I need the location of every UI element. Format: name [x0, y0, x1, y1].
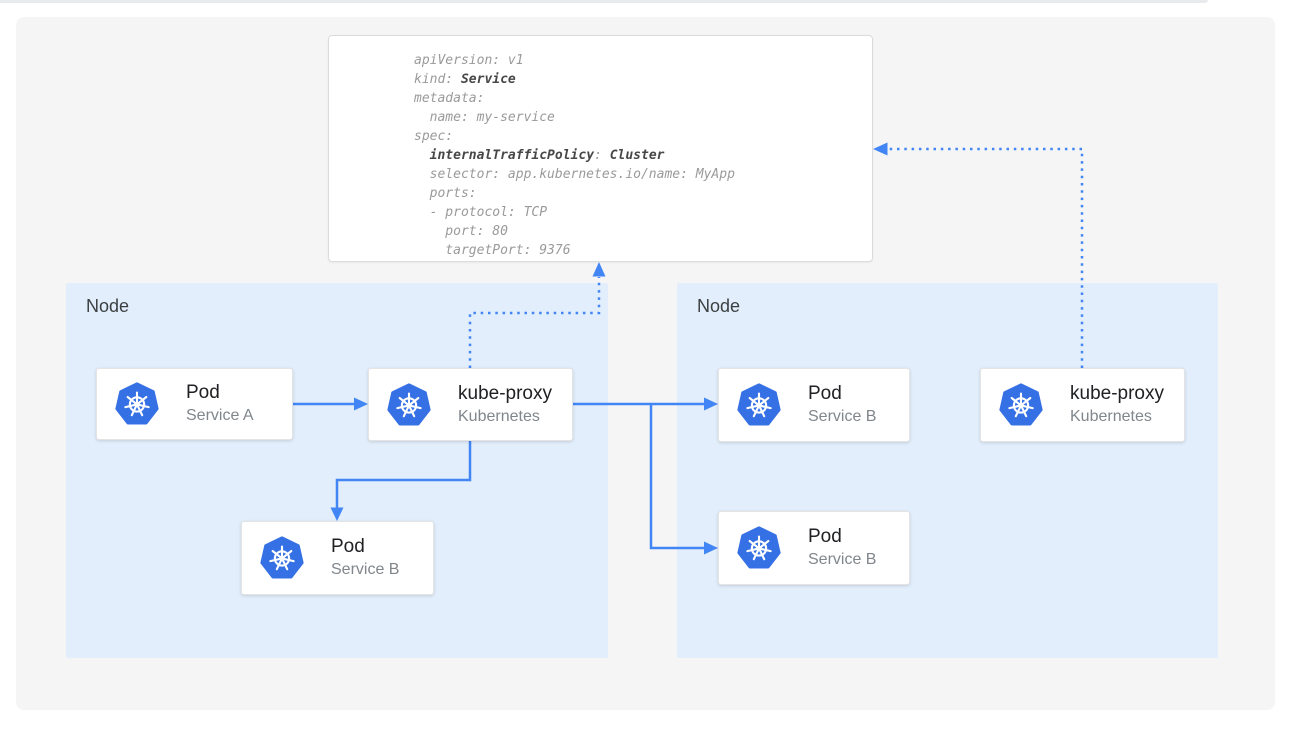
- kubernetes-icon: [386, 382, 432, 428]
- node-label: Node: [697, 296, 740, 317]
- yaml-line: name: my-service: [414, 108, 862, 127]
- card-subtitle: Kubernetes: [458, 406, 552, 428]
- card-title: Pod: [808, 382, 876, 406]
- yaml-line: apiVersion: v1: [414, 51, 862, 70]
- card-pod-service-b-left: Pod Service B: [241, 521, 434, 595]
- card-pod-service-b-bottom: Pod Service B: [718, 511, 910, 585]
- card-subtitle: Kubernetes: [1070, 406, 1164, 428]
- top-divider: [0, 0, 1208, 3]
- kubernetes-icon: [736, 525, 782, 571]
- node-panel-left: Node: [66, 283, 608, 658]
- yaml-line: targetPort: 9376: [414, 241, 862, 260]
- diagram-stage: apiVersion: v1 kind: Service metadata: n…: [0, 0, 1296, 729]
- kubernetes-icon: [114, 381, 160, 427]
- yaml-line: - protocol: TCP: [414, 203, 862, 222]
- card-subtitle: Service B: [331, 559, 399, 581]
- yaml-line-internal-traffic-policy: internalTrafficPolicy: Cluster: [414, 146, 862, 165]
- card-kube-proxy-right: kube-proxy Kubernetes: [980, 368, 1185, 442]
- yaml-line: metadata:: [414, 89, 862, 108]
- service-yaml-card: apiVersion: v1 kind: Service metadata: n…: [328, 35, 873, 262]
- yaml-line: ports:: [414, 184, 862, 203]
- card-subtitle: Service A: [186, 405, 254, 427]
- card-subtitle: Service B: [808, 406, 876, 428]
- node-panel-right: Node: [677, 283, 1218, 658]
- card-kube-proxy-left: kube-proxy Kubernetes: [368, 368, 573, 441]
- yaml-line: selector: app.kubernetes.io/name: MyApp: [414, 165, 862, 184]
- kubernetes-icon: [998, 382, 1044, 428]
- card-title: Pod: [808, 525, 876, 549]
- card-pod-service-a: Pod Service A: [96, 368, 293, 440]
- yaml-line: port: 80: [414, 222, 862, 241]
- kubernetes-icon: [736, 382, 782, 428]
- node-label: Node: [86, 296, 129, 317]
- card-pod-service-b-top: Pod Service B: [718, 368, 910, 442]
- card-subtitle: Service B: [808, 549, 876, 571]
- yaml-line: kind: Service: [414, 70, 862, 89]
- yaml-line: spec:: [414, 127, 862, 146]
- card-title: Pod: [186, 381, 254, 405]
- card-title: Pod: [331, 535, 399, 559]
- card-title: kube-proxy: [458, 382, 552, 406]
- card-title: kube-proxy: [1070, 382, 1164, 406]
- kubernetes-icon: [259, 535, 305, 581]
